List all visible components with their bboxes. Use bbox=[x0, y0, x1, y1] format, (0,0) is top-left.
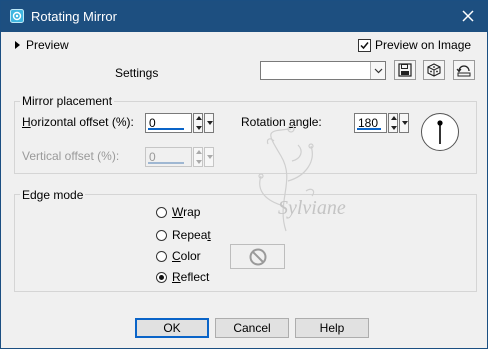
no-color-icon bbox=[249, 248, 266, 265]
edge-mode-wrap-radio[interactable]: Wrap bbox=[156, 205, 200, 219]
ok-button-label: OK bbox=[163, 321, 181, 335]
reset-icon bbox=[456, 65, 471, 77]
rotation-angle-stepper[interactable] bbox=[388, 113, 398, 133]
value-slider-underline bbox=[148, 128, 184, 130]
rotation-angle-dial[interactable] bbox=[421, 113, 459, 151]
chevron-down-icon[interactable] bbox=[370, 62, 385, 79]
checkmark-icon bbox=[360, 41, 369, 49]
watermark-text: Sylviane bbox=[278, 197, 346, 219]
repeat-label: Repeat bbox=[172, 228, 211, 242]
edge-color-swatch[interactable] bbox=[230, 244, 285, 269]
help-button-label: Help bbox=[319, 321, 345, 335]
radio-repeat[interactable] bbox=[156, 229, 167, 241]
cancel-button[interactable]: Cancel bbox=[215, 318, 289, 338]
edge-mode-repeat-radio[interactable]: Repeat bbox=[156, 228, 211, 242]
preview-on-image-checkbox[interactable]: Preview on Image bbox=[358, 38, 471, 52]
help-button[interactable]: Help bbox=[295, 318, 369, 338]
app-icon bbox=[10, 9, 24, 23]
vertical-offset-spinner[interactable]: 0 bbox=[145, 147, 215, 167]
value-slider-underline bbox=[148, 162, 184, 164]
cancel-button-label: Cancel bbox=[233, 321, 271, 335]
preview-expander[interactable]: Preview bbox=[15, 38, 69, 52]
title-bar: Rotating Mirror bbox=[1, 1, 487, 32]
expand-arrow-icon bbox=[15, 41, 20, 49]
rotation-angle-dropdown[interactable] bbox=[399, 113, 409, 133]
floppy-save-icon bbox=[398, 63, 412, 77]
watermark-flourish: Sylviane bbox=[258, 125, 346, 232]
mirror-placement-title: Mirror placement bbox=[20, 94, 115, 108]
radio-reflect[interactable] bbox=[156, 271, 167, 283]
dial-needle-icon bbox=[437, 120, 443, 144]
settings-label: Settings bbox=[115, 66, 159, 80]
horizontal-offset-input[interactable]: 0 bbox=[145, 113, 192, 133]
vertical-offset-label: Vertical offset (%): bbox=[22, 149, 120, 163]
vertical-offset-stepper[interactable] bbox=[193, 147, 203, 167]
preview-label: Preview bbox=[26, 38, 69, 52]
horizontal-offset-mnemonic: H bbox=[22, 115, 31, 129]
edge-mode-reflect-radio[interactable]: Reflect bbox=[156, 270, 209, 284]
checkbox-box[interactable] bbox=[358, 38, 371, 52]
save-preset-button[interactable] bbox=[394, 60, 416, 80]
edge-mode-color-radio[interactable]: Color bbox=[156, 249, 201, 263]
horizontal-offset-spinner[interactable]: 0 bbox=[145, 113, 215, 133]
horizontal-offset-label-text: orizontal offset (%): bbox=[30, 115, 134, 129]
reflect-label: Reflect bbox=[172, 270, 210, 284]
vertical-offset-input[interactable]: 0 bbox=[145, 147, 192, 167]
edge-mode-title: Edge mode bbox=[20, 188, 86, 202]
horizontal-offset-label: Horizontal offset (%): bbox=[22, 115, 134, 129]
preview-on-image-label: Preview on Image bbox=[375, 38, 472, 52]
window-title: Rotating Mirror bbox=[31, 9, 117, 24]
reset-defaults-button[interactable] bbox=[453, 60, 475, 80]
radio-color[interactable] bbox=[156, 250, 167, 262]
dialog-window: Rotating Mirror Preview Preview on Image… bbox=[0, 0, 488, 349]
ok-button[interactable]: OK bbox=[135, 318, 209, 338]
settings-dropdown[interactable] bbox=[260, 61, 386, 80]
color-label: Color bbox=[172, 249, 201, 263]
randomize-button[interactable] bbox=[423, 60, 445, 80]
wrap-label: Wrap bbox=[172, 205, 201, 219]
dice-icon bbox=[427, 63, 441, 77]
vertical-offset-dropdown[interactable] bbox=[204, 147, 214, 167]
horizontal-offset-dropdown[interactable] bbox=[204, 113, 214, 133]
close-icon[interactable] bbox=[459, 7, 477, 25]
radio-wrap[interactable] bbox=[156, 206, 167, 218]
horizontal-offset-stepper[interactable] bbox=[193, 113, 203, 133]
